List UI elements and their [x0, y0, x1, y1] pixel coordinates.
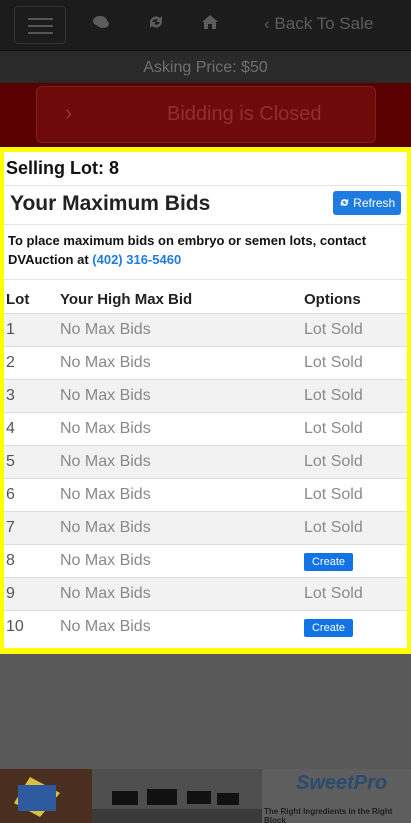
- lot-number: 2: [6, 354, 15, 371]
- lot-status: Lot Sold: [304, 420, 363, 437]
- table-row: 6 No Max Bids Lot Sold: [4, 478, 407, 511]
- lot-status: Lot Sold: [304, 354, 363, 371]
- column-header-high-max-bid: Your High Max Bid: [60, 291, 193, 308]
- lot-number: 1: [6, 321, 15, 338]
- phone-link[interactable]: (402) 316-5460: [92, 252, 181, 267]
- divider: [4, 224, 407, 225]
- contact-info-text: To place maximum bids on embryo or semen…: [8, 233, 367, 267]
- table-row: 1 No Max Bids Lot Sold: [4, 313, 407, 346]
- max-bid-value: No Max Bids: [60, 486, 151, 503]
- max-bid-value: No Max Bids: [60, 321, 151, 338]
- back-to-sale-link[interactable]: ‹ Back To Sale: [264, 12, 373, 36]
- asking-price: Asking Price: $50: [0, 50, 411, 84]
- table-row: 7 No Max Bids Lot Sold: [4, 511, 407, 544]
- lot-number: 7: [6, 519, 15, 536]
- home-icon[interactable]: [201, 13, 219, 36]
- max-bids-title: Your Maximum Bids: [10, 192, 211, 215]
- sponsor-banner[interactable]: SweetPro The Right Ingredients in the Ri…: [0, 769, 411, 823]
- lot-number: 8: [6, 552, 15, 569]
- sync-icon[interactable]: [147, 13, 165, 36]
- table-row: 3 No Max Bids Lot Sold: [4, 379, 407, 412]
- column-header-options: Options: [304, 291, 361, 308]
- chat-icon[interactable]: [92, 13, 110, 36]
- refresh-button[interactable]: Refresh: [333, 191, 401, 215]
- max-bid-value: No Max Bids: [60, 387, 151, 404]
- table-row: 10 No Max Bids Create: [4, 610, 407, 643]
- column-header-lot: Lot: [6, 291, 30, 308]
- divider: [4, 185, 407, 186]
- table-row: 8 No Max Bids Create: [4, 544, 407, 577]
- max-bid-value: No Max Bids: [60, 354, 151, 371]
- lot-number: 4: [6, 420, 15, 437]
- top-navbar: ‹ Back To Sale: [0, 0, 411, 50]
- max-bid-value: No Max Bids: [60, 453, 151, 470]
- ad-brand-name: SweetPro: [296, 772, 388, 794]
- lot-number: 5: [6, 453, 15, 470]
- max-bid-value: No Max Bids: [60, 585, 151, 602]
- lot-number: 6: [6, 486, 15, 503]
- max-bid-value: No Max Bids: [60, 420, 151, 437]
- refresh-label: Refresh: [353, 196, 396, 210]
- create-max-bid-button[interactable]: Create: [304, 619, 353, 637]
- lot-status: Lot Sold: [304, 486, 363, 503]
- lot-status: Lot Sold: [304, 321, 363, 338]
- table-row: 9 No Max Bids Lot Sold: [4, 577, 407, 610]
- lot-number: 3: [6, 387, 15, 404]
- bid-button[interactable]: › Bidding is Closed: [36, 86, 376, 143]
- lot-number: 9: [6, 585, 15, 602]
- table-row: 4 No Max Bids Lot Sold: [4, 412, 407, 445]
- max-bid-value: No Max Bids: [60, 618, 151, 635]
- divider: [4, 279, 407, 280]
- ad-product-image: [0, 769, 92, 823]
- chevron-right-icon: ›: [65, 100, 73, 125]
- lot-status: Lot Sold: [304, 585, 363, 602]
- lot-status: Lot Sold: [304, 519, 363, 536]
- table-row: 2 No Max Bids Lot Sold: [4, 346, 407, 379]
- lot-number: 10: [6, 618, 24, 635]
- menu-icon[interactable]: [14, 6, 66, 44]
- table-row: 5 No Max Bids Lot Sold: [4, 445, 407, 478]
- chevron-left-icon: ‹: [264, 14, 270, 33]
- bidding-status-label: Bidding is Closed: [167, 103, 322, 125]
- create-max-bid-button[interactable]: Create: [304, 553, 353, 571]
- back-to-sale-label: Back To Sale: [274, 14, 374, 33]
- ad-tagline: The Right Ingredients in the Right Block: [264, 807, 393, 823]
- max-bid-value: No Max Bids: [60, 552, 151, 569]
- selling-lot-title: Selling Lot: 8: [6, 158, 120, 178]
- lot-status: Lot Sold: [304, 387, 363, 404]
- lot-status: Lot Sold: [304, 453, 363, 470]
- max-bids-panel: Selling Lot: 8 Your Maximum Bids Refresh…: [0, 147, 411, 654]
- sync-icon: [339, 196, 353, 210]
- ad-cattle-image: [92, 769, 262, 823]
- bidding-bar: › Bidding is Closed: [0, 83, 411, 147]
- contact-info: To place maximum bids on embryo or semen…: [8, 231, 398, 269]
- max-bid-value: No Max Bids: [60, 519, 151, 536]
- max-bids-content: Selling Lot: 8 Your Maximum Bids Refresh…: [4, 152, 407, 648]
